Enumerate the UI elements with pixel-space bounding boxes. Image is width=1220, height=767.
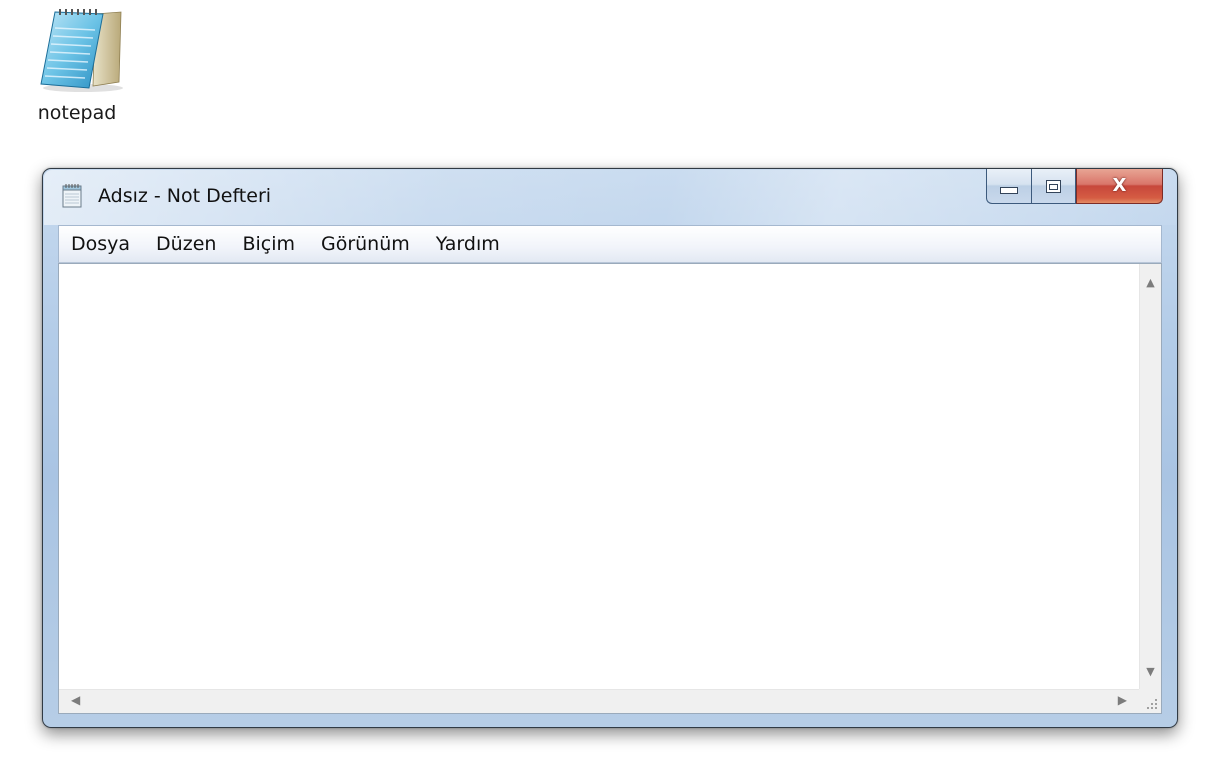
- horizontal-scrollbar[interactable]: ◀ ▶: [59, 689, 1139, 713]
- caption-buttons: X: [986, 169, 1163, 205]
- scroll-up-arrow-icon[interactable]: ▲: [1140, 277, 1161, 288]
- title-bar[interactable]: Adsız - Not Defteri X: [43, 169, 1177, 225]
- scroll-left-arrow-icon[interactable]: ◀: [71, 694, 80, 706]
- menu-item-duzen[interactable]: Düzen: [156, 233, 216, 255]
- window-title: Adsız - Not Defteri: [98, 185, 272, 207]
- menu-item-gorunum[interactable]: Görünüm: [321, 233, 410, 255]
- maximize-icon: [1046, 179, 1061, 193]
- scroll-down-arrow-icon[interactable]: ▼: [1140, 666, 1161, 677]
- maximize-button[interactable]: [1031, 169, 1076, 204]
- menu-bar: Dosya Düzen Biçim Görünüm Yardım: [58, 225, 1162, 263]
- menu-item-dosya[interactable]: Dosya: [71, 233, 130, 255]
- menu-item-bicim[interactable]: Biçim: [242, 233, 295, 255]
- notepad-icon: [40, 9, 123, 92]
- text-area[interactable]: [59, 264, 1139, 689]
- notepad-icon: [62, 184, 82, 208]
- desktop-icon-label: notepad: [37, 102, 117, 124]
- menu-item-yardim[interactable]: Yardım: [436, 233, 500, 255]
- editor-pane: ▲ ▼ ◀ ▶: [58, 263, 1162, 714]
- desktop-icon-notepad[interactable]: notepad: [18, 6, 136, 134]
- close-button[interactable]: X: [1076, 169, 1163, 204]
- size-grip[interactable]: [1139, 689, 1161, 713]
- notepad-window: Adsız - Not Defteri X Dosya Düzen Biçim …: [42, 168, 1178, 728]
- scroll-right-arrow-icon[interactable]: ▶: [1118, 694, 1127, 706]
- close-icon: X: [1112, 175, 1127, 196]
- minimize-icon: [1000, 186, 1018, 194]
- minimize-button[interactable]: [986, 169, 1031, 204]
- vertical-scrollbar[interactable]: ▲ ▼: [1139, 264, 1161, 689]
